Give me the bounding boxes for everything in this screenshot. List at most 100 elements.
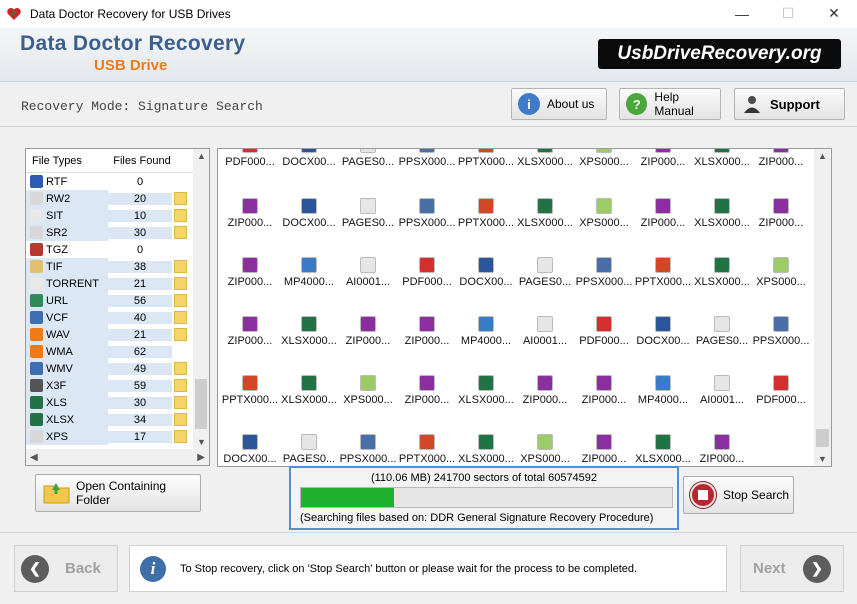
recovered-file-item[interactable]: PAGES0... <box>338 149 398 168</box>
recovered-file-item[interactable]: PAGES0... <box>279 434 339 465</box>
recovered-file-item[interactable]: XLSX000... <box>692 257 752 288</box>
scroll-down-icon[interactable]: ▼ <box>197 437 206 447</box>
file-types-list[interactable]: File Types Files Found RTF 0 RW2 20 SIT 10 SR2… <box>25 148 210 466</box>
scroll-up-icon[interactable]: ▲ <box>197 151 206 161</box>
file-type-row[interactable]: WMV 49 <box>26 360 209 377</box>
folder-icon[interactable] <box>174 396 187 409</box>
file-type-row[interactable]: XLS 30 <box>26 394 209 411</box>
recovered-file-item[interactable]: XLSX000... <box>515 198 575 229</box>
recovered-file-item[interactable]: XPS000... <box>574 198 634 229</box>
grid-scroll-up-icon[interactable]: ▲ <box>818 151 827 161</box>
recovered-file-item[interactable]: PPSX000... <box>397 149 457 168</box>
recovered-file-item[interactable]: PPTX000... <box>633 257 693 288</box>
file-type-row[interactable]: RTF 0 <box>26 173 209 190</box>
next-button[interactable]: Next ❯ <box>740 545 844 592</box>
recovered-file-item[interactable]: AI0001... <box>515 316 575 347</box>
support-button[interactable]: Support <box>734 88 845 120</box>
file-type-row[interactable]: TGZ 0 <box>26 241 209 258</box>
recovered-file-item[interactable]: PPTX000... <box>397 434 457 465</box>
recovered-file-item[interactable]: PAGES0... <box>692 316 752 347</box>
recovered-file-item[interactable]: ZIP000... <box>220 257 280 288</box>
help-manual-button[interactable]: ? Help Manual <box>619 88 721 120</box>
folder-icon[interactable] <box>174 226 187 239</box>
file-type-row[interactable]: XPS 17 <box>26 428 209 445</box>
recovered-file-item[interactable]: ZIP000... <box>338 316 398 347</box>
about-us-button[interactable]: i About us <box>511 88 607 120</box>
recovered-file-item[interactable]: DOCX00... <box>633 316 693 347</box>
recovered-file-item[interactable]: PPTX000... <box>456 198 516 229</box>
file-type-row[interactable]: WAV 21 <box>26 326 209 343</box>
recovered-file-item[interactable]: ZIP000... <box>397 316 457 347</box>
file-type-row[interactable]: TIF 38 <box>26 258 209 275</box>
recovered-file-item[interactable]: XLSX000... <box>456 434 516 465</box>
recovered-file-item[interactable]: ZIP000... <box>397 375 457 406</box>
recovered-file-item[interactable]: XPS000... <box>338 375 398 406</box>
folder-icon[interactable] <box>174 430 187 443</box>
recovered-file-item[interactable]: PDF000... <box>751 375 811 406</box>
recovered-file-item[interactable]: PPTX000... <box>456 149 516 168</box>
file-type-row[interactable]: WMA 62 <box>26 343 209 360</box>
recovered-file-item[interactable]: PDF000... <box>397 257 457 288</box>
recovered-file-item[interactable]: PAGES0... <box>338 198 398 229</box>
recovered-file-item[interactable]: XLSX000... <box>279 316 339 347</box>
folder-icon[interactable] <box>174 294 187 307</box>
folder-icon[interactable] <box>174 311 187 324</box>
scroll-left-icon[interactable]: ◀ <box>30 452 38 463</box>
recovered-file-item[interactable]: ZIP000... <box>515 375 575 406</box>
grid-scroll-thumb[interactable] <box>816 429 829 447</box>
folder-icon[interactable] <box>174 277 187 290</box>
file-type-row[interactable]: URL 56 <box>26 292 209 309</box>
file-type-row[interactable]: RW2 20 <box>26 190 209 207</box>
recovered-file-item[interactable]: PPSX000... <box>751 316 811 347</box>
recovered-file-item[interactable]: DOCX00... <box>456 257 516 288</box>
recovered-file-item[interactable]: ZIP000... <box>751 149 811 168</box>
recovered-file-item[interactable]: PPSX000... <box>574 257 634 288</box>
recovered-file-item[interactable]: PPSX000... <box>338 434 398 465</box>
recovered-file-item[interactable]: XLSX000... <box>515 149 575 168</box>
recovered-file-item[interactable]: MP4000... <box>456 316 516 347</box>
file-type-row[interactable]: X3F 59 <box>26 377 209 394</box>
recovered-file-item[interactable]: ZIP000... <box>751 198 811 229</box>
folder-icon[interactable] <box>174 413 187 426</box>
maximize-button[interactable]: ☐ <box>765 0 811 27</box>
recovered-file-item[interactable]: PAGES0... <box>515 257 575 288</box>
recovered-file-item[interactable]: XLSX000... <box>692 198 752 229</box>
recovered-file-item[interactable]: ZIP000... <box>574 375 634 406</box>
minimize-button[interactable]: — <box>719 0 765 27</box>
grid-vscroll[interactable]: ▲ ▼ <box>814 149 831 466</box>
recovered-file-item[interactable]: XPS000... <box>751 257 811 288</box>
recovered-file-item[interactable]: ZIP000... <box>633 198 693 229</box>
scroll-thumb[interactable] <box>195 379 207 429</box>
recovered-file-item[interactable]: PPSX000... <box>397 198 457 229</box>
open-containing-folder-button[interactable]: Open Containing Folder <box>35 474 201 512</box>
file-type-row[interactable]: VCF 40 <box>26 309 209 326</box>
recovered-file-item[interactable]: XLSX000... <box>633 434 693 465</box>
recovered-file-item[interactable]: MP4000... <box>633 375 693 406</box>
folder-icon[interactable] <box>174 209 187 222</box>
file-type-row[interactable]: SIT 10 <box>26 207 209 224</box>
folder-icon[interactable] <box>174 328 187 341</box>
recovered-file-item[interactable]: PDF000... <box>220 149 280 168</box>
recovered-file-item[interactable]: ZIP000... <box>574 434 634 465</box>
recovered-file-item[interactable]: PDF000... <box>574 316 634 347</box>
file-types-vscroll[interactable]: ▲ ▼ <box>193 149 209 449</box>
recovered-file-item[interactable]: DOCX00... <box>220 434 280 465</box>
file-type-row[interactable]: XLSX 34 <box>26 411 209 428</box>
recovered-file-item[interactable]: AI0001... <box>692 375 752 406</box>
recovered-file-item[interactable]: AI0001... <box>338 257 398 288</box>
recovered-file-item[interactable]: PPTX000... <box>220 375 280 406</box>
folder-icon[interactable] <box>174 362 187 375</box>
close-button[interactable]: ✕ <box>811 0 857 27</box>
recovered-file-item[interactable]: MP4000... <box>279 257 339 288</box>
recovered-file-item[interactable]: XLSX000... <box>456 375 516 406</box>
grid-scroll-down-icon[interactable]: ▼ <box>818 454 827 464</box>
file-type-row[interactable]: SR2 30 <box>26 224 209 241</box>
file-types-hscroll[interactable]: ◀ ▶ <box>26 449 209 465</box>
recovered-file-item[interactable]: ZIP000... <box>633 149 693 168</box>
recovered-file-item[interactable]: ZIP000... <box>220 198 280 229</box>
recovered-file-item[interactable]: ZIP000... <box>692 434 752 465</box>
recovered-file-item[interactable]: XLSX000... <box>692 149 752 168</box>
folder-icon[interactable] <box>174 192 187 205</box>
back-button[interactable]: ❮ Back <box>14 545 118 592</box>
file-type-row[interactable]: TORRENT 21 <box>26 275 209 292</box>
